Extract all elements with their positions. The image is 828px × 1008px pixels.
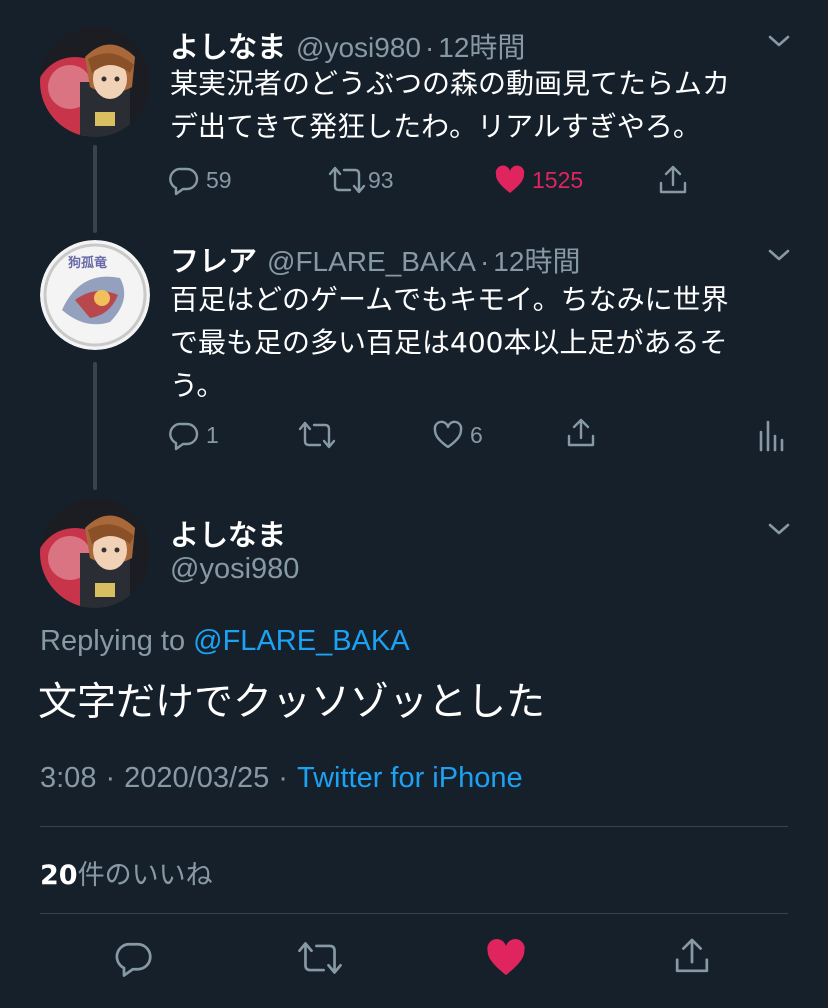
share-button[interactable] <box>656 160 690 200</box>
heart-icon <box>495 165 525 193</box>
meta-separator: · <box>105 762 116 794</box>
like-button[interactable]: 1525 <box>494 160 583 200</box>
author-name[interactable]: フレア <box>170 238 257 280</box>
likes-count: 20 <box>40 860 78 891</box>
tweet-timestamp: 3:08 · 2020/03/25 · Twitter for iPhone <box>40 762 523 795</box>
share-button[interactable] <box>668 932 716 980</box>
meta-separator: · <box>424 32 435 63</box>
avatar[interactable] <box>40 498 150 608</box>
tweet-text: 文字だけでクッソゾッとした <box>38 680 546 725</box>
author-name[interactable]: よしなま <box>170 24 286 66</box>
share-icon <box>567 418 595 447</box>
tweet-text: 百足はどのゲームでもキモイ。ちなみに世界 で最も足の多い百足は400本以上足があ… <box>170 278 790 407</box>
avatar[interactable] <box>40 27 150 137</box>
reply-button[interactable] <box>110 934 158 982</box>
like-button[interactable] <box>482 934 530 982</box>
like-count: 1525 <box>532 166 584 193</box>
analytics-button[interactable] <box>756 415 784 455</box>
retweet-icon <box>298 421 336 449</box>
divider <box>40 826 788 827</box>
tweet-source[interactable]: Twitter for iPhone <box>297 762 523 795</box>
meta-separator: · <box>479 246 490 277</box>
retweet-button[interactable] <box>298 415 336 455</box>
author-handle[interactable]: @yosi980 <box>170 553 299 586</box>
share-button[interactable] <box>564 413 598 453</box>
chevron-down-icon[interactable] <box>764 240 794 270</box>
author-name[interactable]: よしなま <box>170 512 286 554</box>
like-button[interactable]: 6 <box>432 415 483 455</box>
tweet-time: 3:08 <box>40 762 97 794</box>
analytics-icon <box>759 420 784 452</box>
tweet-text-line: 百足はどのゲームでもキモイ。ちなみに世界 <box>170 283 729 316</box>
tweet-text-line: デ出てきて発狂したわ。リアルすぎやろ。 <box>170 110 701 143</box>
chevron-down-icon[interactable] <box>764 26 794 56</box>
reply-count: 59 <box>206 166 232 193</box>
thread-line <box>93 362 97 490</box>
thread-line <box>93 145 97 233</box>
replying-to-handle[interactable]: @FLARE_BAKA <box>193 625 409 657</box>
author-handle[interactable]: @FLARE_BAKA <box>267 246 476 278</box>
heart-icon <box>487 939 525 976</box>
retweet-button[interactable] <box>296 934 344 982</box>
heart-icon <box>433 420 463 449</box>
meta-separator: · <box>278 762 288 794</box>
reply-icon <box>169 167 199 196</box>
reply-button[interactable]: 1 <box>168 415 219 455</box>
author-handle[interactable]: @yosi980 <box>296 32 421 64</box>
reply-count: 1 <box>206 421 219 448</box>
tweet-text-line: で最も足の多い百足は400本以上足があるそ <box>170 326 728 359</box>
likes-label: 件のいいね <box>77 860 213 891</box>
tweet-detail-page: よしなま @yosi980 · 12時間 某実況者のどうぶつの森の動画見てたらム… <box>0 0 828 1008</box>
share-icon <box>659 165 687 194</box>
avatar-label: 狗孤竜 <box>68 256 108 271</box>
tweet-text-line: 某実況者のどうぶつの森の動画見てたらムカ <box>170 67 731 100</box>
replying-to-label: Replying to <box>40 625 186 657</box>
tweet-text: 某実況者のどうぶつの森の動画見てたらムカ デ出てきて発狂したわ。リアルすぎやろ。 <box>170 62 790 148</box>
retweet-count: 93 <box>368 166 394 193</box>
retweet-icon <box>298 942 342 974</box>
reply-icon <box>169 422 199 451</box>
retweet-icon <box>328 166 366 194</box>
tweet-date: 2020/03/25 <box>124 762 270 794</box>
reply-button[interactable]: 59 <box>168 160 232 200</box>
likes-summary[interactable]: 20件のいいね <box>40 853 213 892</box>
retweet-button[interactable]: 93 <box>328 160 394 200</box>
divider <box>40 913 788 914</box>
tweet-time[interactable]: 12時間 <box>438 26 525 66</box>
share-icon <box>675 938 709 973</box>
like-count: 6 <box>470 421 483 448</box>
tweet-text-line: う。 <box>170 369 225 402</box>
avatar[interactable]: 狗孤竜 <box>40 240 150 350</box>
reply-icon <box>115 942 152 977</box>
replying-to: Replying to @FLARE_BAKA <box>40 625 410 658</box>
tweet-time[interactable]: 12時間 <box>493 240 580 280</box>
chevron-down-icon[interactable] <box>764 514 794 544</box>
